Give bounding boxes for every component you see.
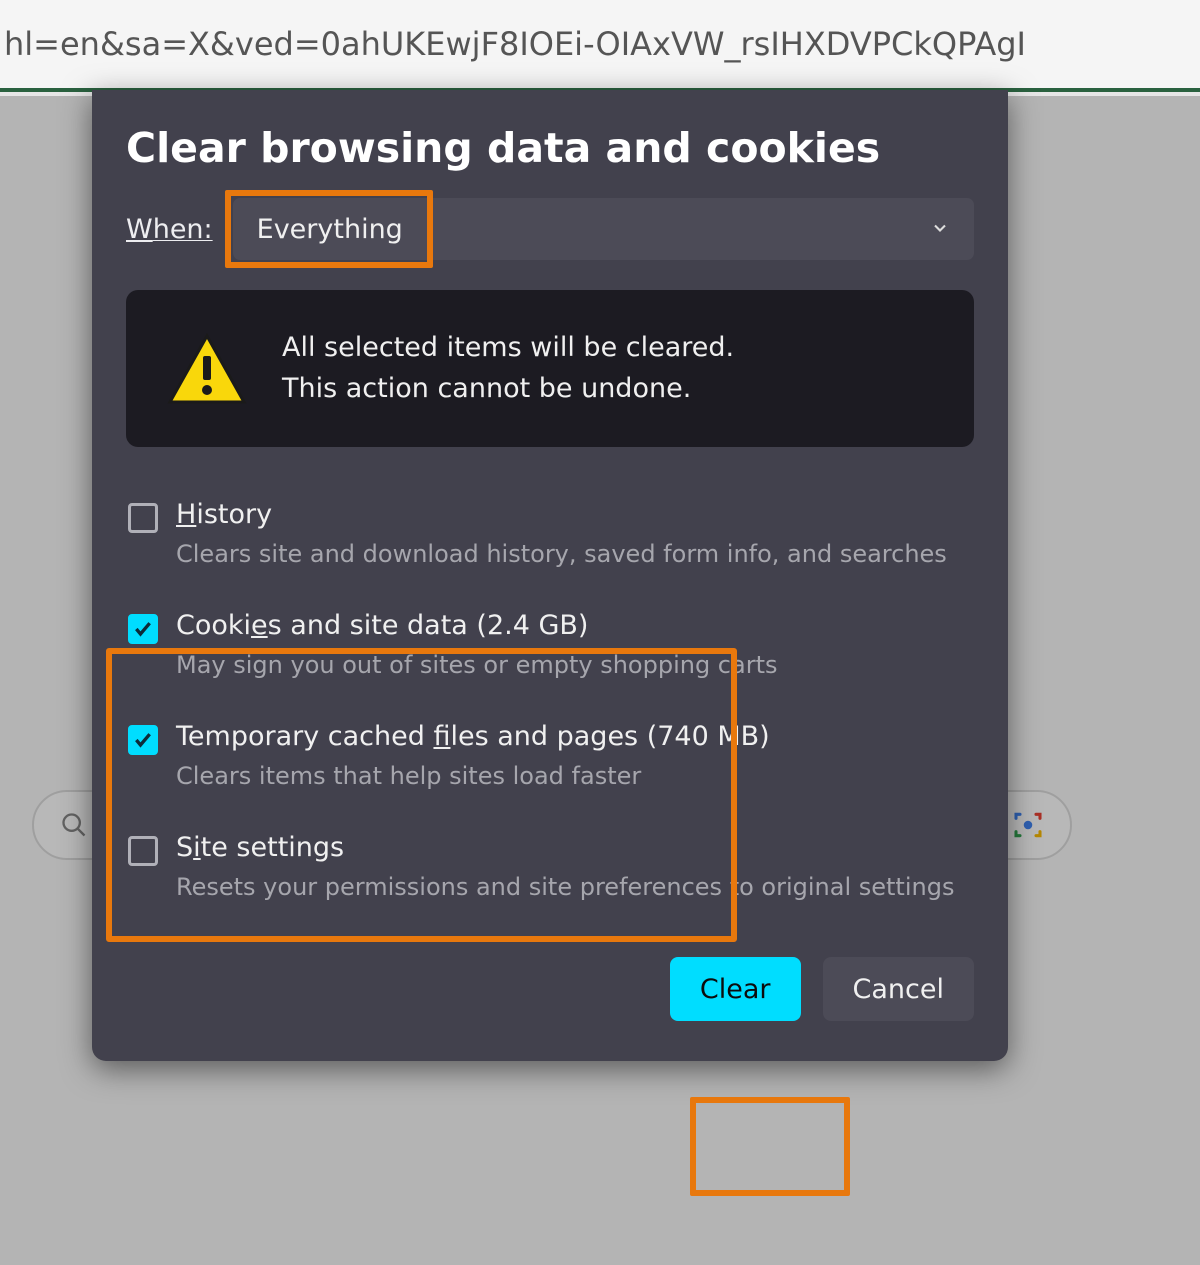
checkbox-site-settings[interactable] [128,836,158,866]
option-list: History Clears site and download history… [126,491,974,909]
option-desc: Clears site and download history, saved … [176,540,947,568]
checkbox-cache[interactable] [128,725,158,755]
option-desc: Clears items that help sites load faster [176,762,770,790]
checkbox-cookies[interactable] [128,614,158,644]
when-row: When: Everything [126,198,974,260]
option-site-settings[interactable]: Site settings Resets your permissions an… [126,824,974,909]
option-desc: Resets your permissions and site prefere… [176,873,954,901]
chevron-down-icon [930,214,950,245]
option-history[interactable]: History Clears site and download history… [126,491,974,576]
when-select[interactable]: Everything [233,198,974,260]
url-bar[interactable]: hl=en&sa=X&ved=0ahUKEwjF8IOEi-OIAxVW_rsI… [0,0,1200,92]
warning-line-2: This action cannot be undone. [282,369,734,410]
option-cache[interactable]: Temporary cached files and pages (740 MB… [126,713,974,798]
warning-box: All selected items will be cleared. This… [126,290,974,447]
option-label: Cookies and site data (2.4 GB) [176,610,778,641]
dialog-title: Clear browsing data and cookies [126,124,974,172]
button-row: Clear Cancel [126,957,974,1021]
option-desc: May sign you out of sites or empty shopp… [176,651,778,679]
when-selected-value: Everything [257,214,403,245]
option-cookies[interactable]: Cookies and site data (2.4 GB) May sign … [126,602,974,687]
warning-icon [166,332,248,406]
option-label: Temporary cached files and pages (740 MB… [176,721,770,752]
clear-data-dialog: Clear browsing data and cookies When: Ev… [92,90,1008,1061]
when-label: When: [126,214,213,245]
url-text: hl=en&sa=X&ved=0ahUKEwjF8IOEi-OIAxVW_rsI… [4,25,1026,63]
option-label: Site settings [176,832,954,863]
clear-button[interactable]: Clear [670,957,801,1021]
option-label: History [176,499,947,530]
warning-line-1: All selected items will be cleared. [282,328,734,369]
checkbox-history[interactable] [128,503,158,533]
cancel-button[interactable]: Cancel [823,957,974,1021]
warning-text: All selected items will be cleared. This… [282,328,734,409]
